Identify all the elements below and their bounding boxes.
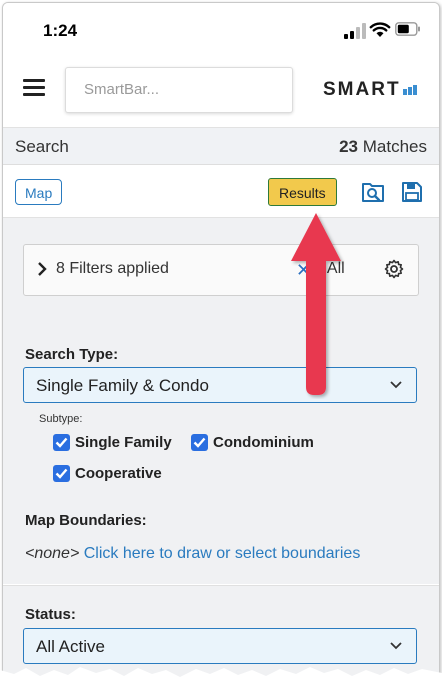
search-summary-bar: Search 23 Matches <box>3 128 439 165</box>
match-number: 23 <box>339 137 359 156</box>
signal-icon <box>344 23 366 39</box>
map-boundaries-label: Map Boundaries: <box>25 512 147 529</box>
save-icon[interactable] <box>401 181 423 203</box>
map-boundaries-row: <none> Click here to draw or select boun… <box>25 545 360 563</box>
search-label: Search <box>15 137 69 156</box>
draw-boundaries-link[interactable]: Click here to draw or select boundaries <box>84 545 361 562</box>
phone-screen: 1:24 SMART Search 23 M <box>2 2 440 688</box>
checkmark-icon <box>53 434 70 451</box>
search-type-label: Search Type: <box>25 346 119 363</box>
map-button[interactable]: Map <box>15 179 63 205</box>
filters-summary: 8 Filters applied <box>56 260 169 277</box>
status-select[interactable]: All Active <box>23 628 417 664</box>
filters-applied-toggle[interactable]: 8 Filters applied ✕ r All <box>23 244 419 296</box>
checkbox-label: Single Family <box>75 434 172 451</box>
torn-edge <box>0 667 442 692</box>
annotation-arrow <box>291 213 341 395</box>
subtype-label: Subtype: <box>39 413 83 425</box>
match-count: 23 Matches <box>339 137 427 157</box>
app-header: SMART <box>3 55 439 128</box>
boundaries-none-text: <none> <box>25 545 80 562</box>
match-label: Matches <box>362 137 427 156</box>
search-toolbar: Map Results <box>3 165 439 218</box>
hamburger-icon[interactable] <box>23 79 45 97</box>
status-time: 1:24 <box>43 21 78 40</box>
chevron-down-icon <box>390 381 402 389</box>
wifi-icon <box>369 22 391 37</box>
chevron-right-icon <box>38 262 47 276</box>
smartbar-container <box>65 67 293 113</box>
checkbox-label: Condominium <box>213 434 314 451</box>
search-type-section: Search Type: Single Family & Condo Subty… <box>3 314 439 584</box>
filters-panel: 8 Filters applied ✕ r All <box>3 218 439 314</box>
battery-icon <box>395 22 420 36</box>
checkmark-icon <box>53 465 70 482</box>
status-value: All Active <box>36 637 105 656</box>
smartbar-input[interactable] <box>82 68 286 110</box>
checkmark-icon <box>191 434 208 451</box>
search-type-select[interactable]: Single Family & Condo <box>23 367 417 403</box>
logo-mark <box>402 79 417 101</box>
checkbox-label: Cooperative <box>75 465 162 482</box>
results-button[interactable]: Results <box>268 178 337 206</box>
status-label: Status: <box>25 606 76 623</box>
search-results-icon[interactable] <box>361 181 385 203</box>
gear-icon[interactable] <box>384 259 404 279</box>
smart-logo[interactable]: SMART <box>323 79 417 101</box>
logo-text: SMART <box>323 79 401 100</box>
status-bar: 1:24 <box>3 3 439 55</box>
search-type-value: Single Family & Condo <box>36 376 209 395</box>
chevron-down-icon <box>390 642 402 650</box>
